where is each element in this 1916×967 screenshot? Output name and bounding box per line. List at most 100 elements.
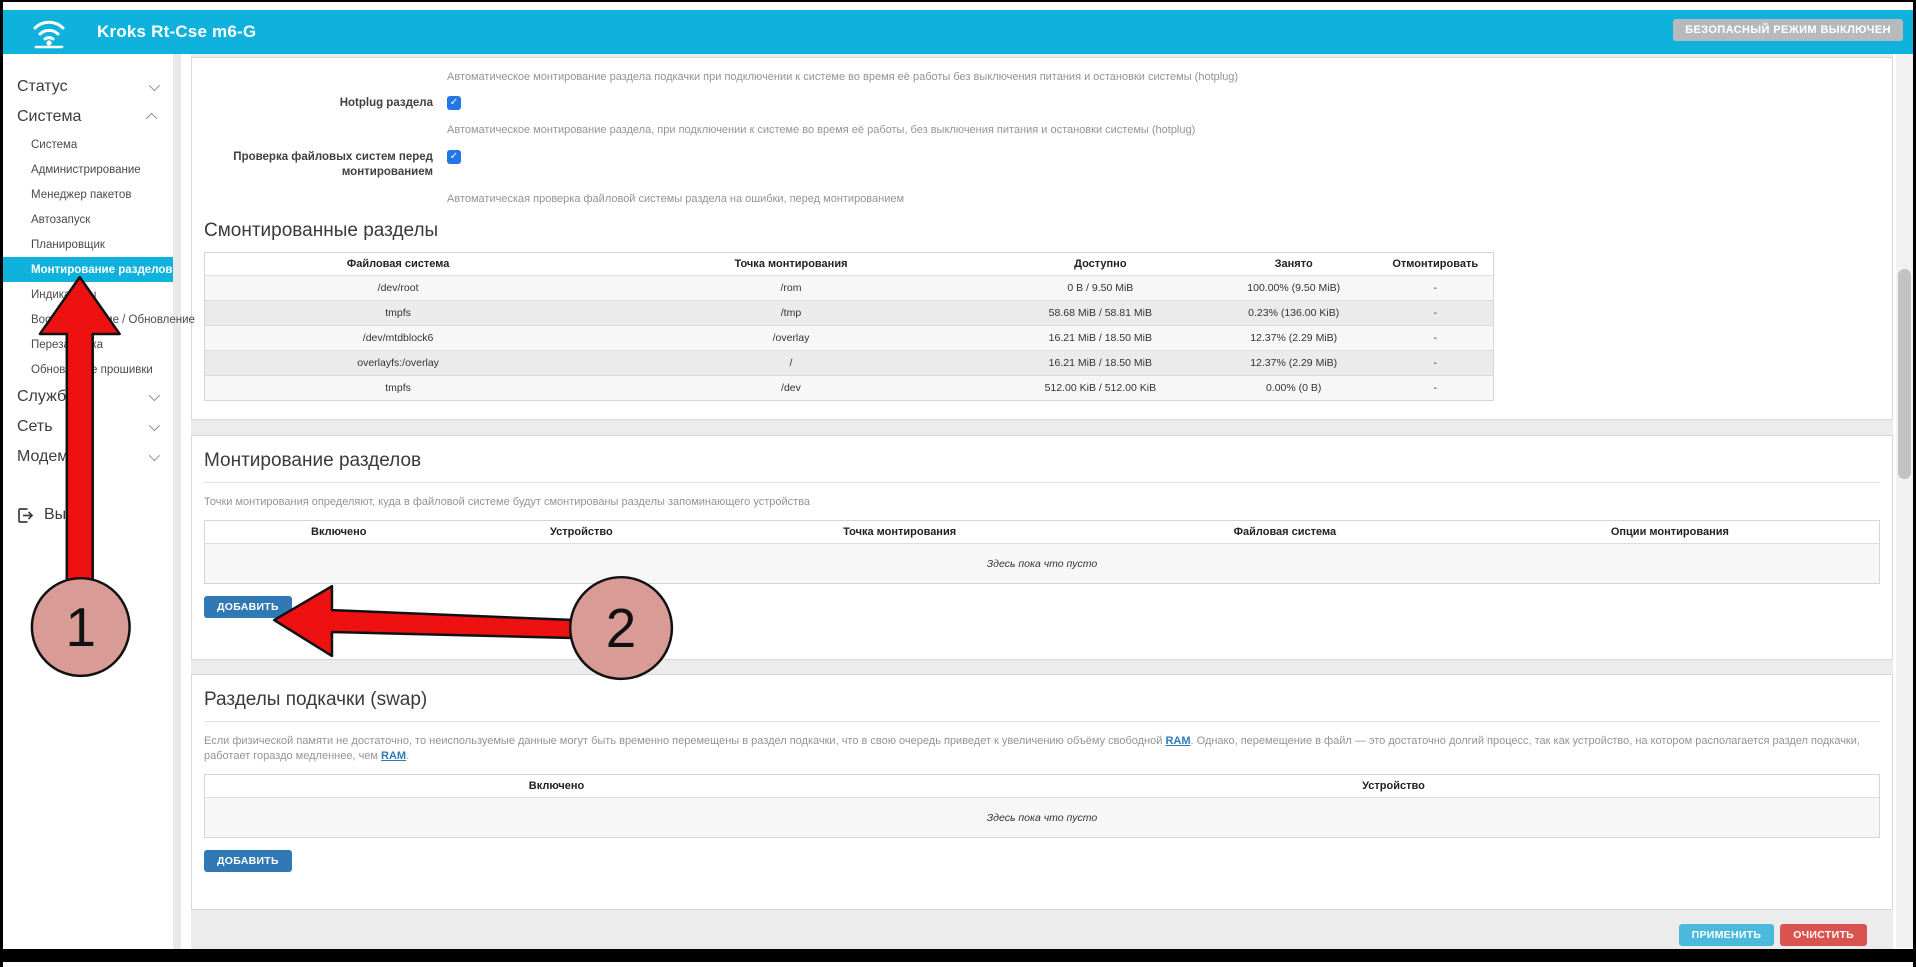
mounted-table: Файловая система Точка монтирования Дост… <box>204 252 1494 401</box>
swap-description: Если физической памяти не достаточно, то… <box>204 734 1870 764</box>
scrollbar-thumb[interactable] <box>1898 269 1911 479</box>
logout-icon <box>17 507 34 524</box>
chevron-down-icon <box>149 390 160 401</box>
swap-description-text: . <box>406 750 409 762</box>
mounted-panel: Автоматическое монтирование раздела подк… <box>191 57 1893 420</box>
ram-link[interactable]: RAM <box>381 750 406 762</box>
sidebar-item-backup-restore[interactable]: Восстановление / Обновление <box>3 307 173 332</box>
logout-button[interactable]: Выйти <box>3 500 173 530</box>
mount-points-title: Монтирование разделов <box>204 450 1880 472</box>
sidebar-item-label: Система <box>17 108 81 126</box>
cell-used: 12.37% (2.29 MiB) <box>1210 351 1378 376</box>
hotplug-checkbox[interactable]: ✓ <box>447 96 461 110</box>
add-mount-point-button[interactable]: ДОБАВИТЬ <box>204 596 292 618</box>
column-header: Устройство <box>908 775 1880 798</box>
sidebar-item-scheduler[interactable]: Планировщик <box>3 232 173 257</box>
sidebar-item-label: Модем <box>17 448 68 466</box>
sidebar-item-modem[interactable]: Модем <box>3 442 173 472</box>
option-description-row: Автоматическое монтирование раздела подк… <box>204 70 1880 84</box>
sidebar-divider <box>173 54 181 949</box>
cell-unmount: - <box>1377 301 1493 326</box>
option-description: Автоматическое монтирование раздела, при… <box>447 123 1880 137</box>
safe-mode-badge: БЕЗОПАСНЫЙ РЕЖИМ ВЫКЛЮЧЕН <box>1673 19 1903 41</box>
empty-placeholder: Здесь пока что пусто <box>205 544 1880 584</box>
column-header: Включено <box>205 521 473 544</box>
cell-used: 100.00% (9.50 MiB) <box>1210 276 1378 301</box>
column-header: Доступно <box>991 253 1210 276</box>
column-header: Устройство <box>473 521 691 544</box>
column-header: Файловая система <box>205 253 592 276</box>
column-header: Занято <box>1210 253 1378 276</box>
cell-mountpoint: /rom <box>591 276 991 301</box>
clear-button[interactable]: ОЧИСТИТЬ <box>1780 924 1867 946</box>
check-icon: ✓ <box>450 97 458 108</box>
page: Kroks Rt-Cse m6-G БЕЗОПАСНЫЙ РЕЖИМ ВЫКЛЮ… <box>0 0 1916 967</box>
cell-filesystem: /dev/root <box>205 276 592 301</box>
cell-unmount: - <box>1377 351 1493 376</box>
fsck-checkbox[interactable]: ✓ <box>447 150 461 164</box>
sidebar-item-label: Сеть <box>17 418 53 436</box>
hotplug-option-row: Hotplug раздела ✓ <box>204 96 1880 111</box>
cell-mountpoint: /overlay <box>591 326 991 351</box>
table-row: /dev/mtdblock6 /overlay 16.21 MiB / 18.5… <box>205 326 1494 351</box>
table-header-row: Включено Устройство <box>205 775 1880 798</box>
sidebar-item-leds[interactable]: Индикаторы <box>3 282 173 307</box>
cell-unmount: - <box>1377 376 1493 401</box>
sidebar-item-status[interactable]: Статус <box>3 72 173 102</box>
hotplug-label: Hotplug раздела <box>204 96 447 111</box>
ram-link[interactable]: RAM <box>1165 735 1190 747</box>
swap-title: Разделы подкачки (swap) <box>204 689 1880 711</box>
column-header: Опции монтирования <box>1461 521 1880 544</box>
option-description: Автоматическое монтирование раздела подк… <box>447 70 1880 84</box>
cell-used: 12.37% (2.29 MiB) <box>1210 326 1378 351</box>
cell-unmount: - <box>1377 326 1493 351</box>
check-icon: ✓ <box>450 151 458 162</box>
apply-button[interactable]: ПРИМЕНИТЬ <box>1679 924 1775 946</box>
sidebar-item-firmware-update[interactable]: Обновление прошивки <box>3 357 173 382</box>
chevron-up-icon <box>146 113 157 124</box>
logout-label: Выйти <box>44 506 91 524</box>
bottom-black-bar <box>3 949 1913 962</box>
mounted-section-title: Смонтированные разделы <box>204 220 1880 242</box>
sidebar-item-system-general[interactable]: Система <box>3 132 173 157</box>
main-content: Автоматическое монтирование раздела подк… <box>191 54 1893 950</box>
sidebar-item-package-manager[interactable]: Менеджер пакетов <box>3 182 173 207</box>
fsck-label: Проверка файловых систем перед монтирова… <box>204 150 447 180</box>
cell-available: 16.21 MiB / 18.50 MiB <box>991 326 1210 351</box>
table-row: tmpfs /tmp 58.68 MiB / 58.81 MiB 0.23% (… <box>205 301 1494 326</box>
table-header-row: Файловая система Точка монтирования Дост… <box>205 253 1494 276</box>
column-header: Отмонтировать <box>1377 253 1493 276</box>
chevron-down-icon <box>149 80 160 91</box>
sidebar-item-label: Статус <box>17 78 68 96</box>
cell-filesystem: /dev/mtdblock6 <box>205 326 592 351</box>
sidebar-item-system[interactable]: Система <box>3 102 173 132</box>
cell-unmount: - <box>1377 276 1493 301</box>
page-title: Kroks Rt-Cse m6-G <box>97 22 256 42</box>
sidebar-item-network[interactable]: Сеть <box>3 412 173 442</box>
sidebar-item-startup[interactable]: Автозапуск <box>3 207 173 232</box>
empty-placeholder: Здесь пока что пусто <box>205 798 1880 838</box>
add-swap-button[interactable]: ДОБАВИТЬ <box>204 850 292 872</box>
sidebar-item-label: Службы <box>17 388 78 406</box>
empty-row: Здесь пока что пусто <box>205 798 1880 838</box>
cell-available: 512.00 KiB / 512.00 KiB <box>991 376 1210 401</box>
cell-filesystem: tmpfs <box>205 301 592 326</box>
table-row: /dev/root /rom 0 B / 9.50 MiB 100.00% (9… <box>205 276 1494 301</box>
cell-filesystem: tmpfs <box>205 376 592 401</box>
sidebar-item-services[interactable]: Службы <box>3 382 173 412</box>
option-description-row: Автоматическая проверка файловой системы… <box>204 192 1880 206</box>
cell-mountpoint: /tmp <box>591 301 991 326</box>
swap-table: Включено Устройство Здесь пока что пусто <box>204 774 1880 838</box>
scrollbar-track[interactable] <box>1896 54 1913 948</box>
wifi-antenna-icon <box>29 15 69 49</box>
app-header: Kroks Rt-Cse m6-G БЕЗОПАСНЫЙ РЕЖИМ ВЫКЛЮ… <box>3 10 1913 54</box>
mount-points-description: Точки монтирования определяют, куда в фа… <box>204 495 1880 510</box>
sidebar-item-administration[interactable]: Администрирование <box>3 157 173 182</box>
cell-mountpoint: /dev <box>591 376 991 401</box>
sidebar-item-mount-points[interactable]: Монтирование разделов <box>3 257 173 282</box>
cell-used: 0.00% (0 B) <box>1210 376 1378 401</box>
mount-points-table: Включено Устройство Точка монтирования Ф… <box>204 520 1880 584</box>
chevron-down-icon <box>149 420 160 431</box>
sidebar-item-reboot[interactable]: Перезагрузка <box>3 332 173 357</box>
column-header: Точка монтирования <box>591 253 991 276</box>
